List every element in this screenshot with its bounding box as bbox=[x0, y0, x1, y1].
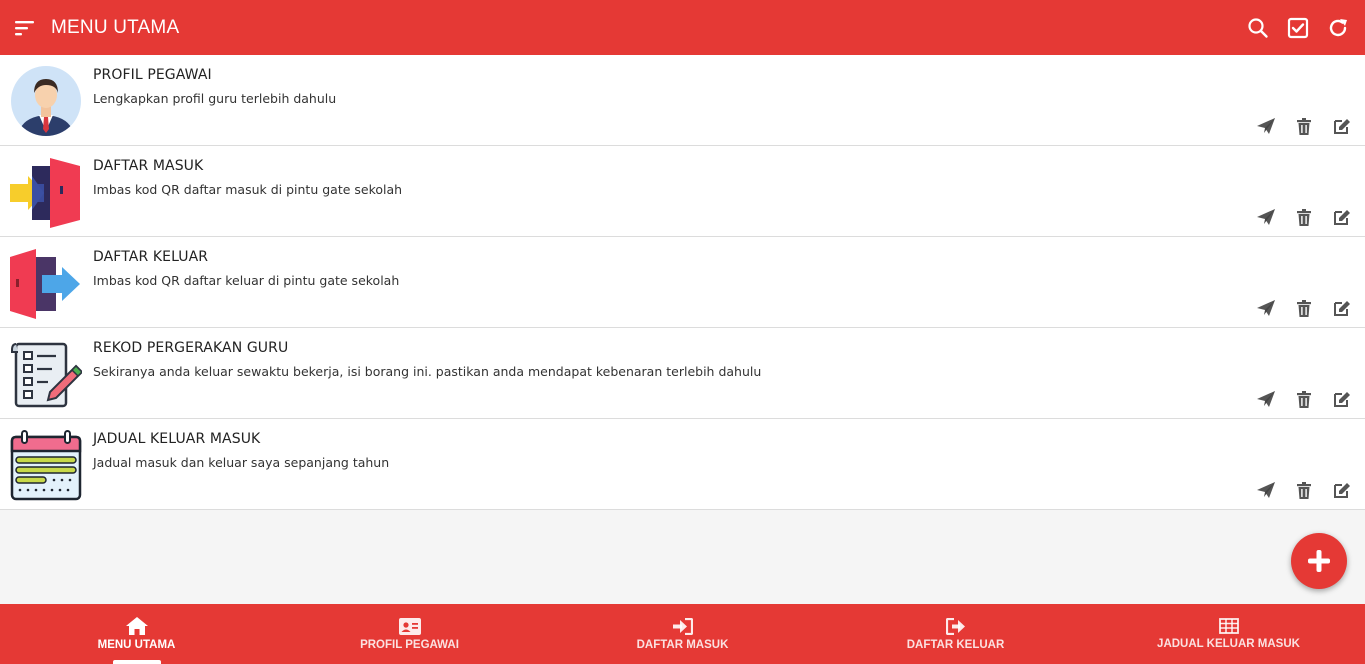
list-item-rekod-pergerakan-guru[interactable]: REKOD PERGERAKAN GURU Sekiranya anda kel… bbox=[0, 328, 1365, 419]
table-icon bbox=[1218, 618, 1239, 634]
sort-menu-icon bbox=[15, 20, 34, 35]
trash-icon bbox=[1297, 481, 1311, 499]
bottom-navigation: MENU UTAMA PROFIL PEGAWAI DAFTAR MASUK D… bbox=[0, 604, 1365, 664]
edit-icon bbox=[1334, 118, 1350, 134]
delete-button[interactable] bbox=[1285, 115, 1323, 137]
header-actions bbox=[1238, 0, 1365, 55]
check-button[interactable] bbox=[1278, 0, 1318, 55]
menu-button[interactable] bbox=[0, 0, 50, 55]
id-card-icon bbox=[398, 617, 421, 635]
nav-tab-daftar-keluar[interactable]: DAFTAR KELUAR bbox=[819, 604, 1092, 664]
edit-button[interactable] bbox=[1323, 206, 1361, 228]
edit-button[interactable] bbox=[1323, 297, 1361, 319]
item-title: JADUAL KELUAR MASUK bbox=[93, 431, 261, 447]
trash-icon bbox=[1297, 117, 1311, 135]
send-button[interactable] bbox=[1247, 115, 1285, 137]
item-title: DAFTAR KELUAR bbox=[93, 249, 209, 265]
delete-button[interactable] bbox=[1285, 479, 1323, 501]
edit-icon bbox=[1334, 391, 1350, 407]
edit-button[interactable] bbox=[1323, 115, 1361, 137]
search-icon bbox=[1248, 17, 1268, 38]
delete-button[interactable] bbox=[1285, 388, 1323, 410]
page-title: MENU UTAMA bbox=[51, 16, 180, 38]
list-item-daftar-masuk[interactable]: DAFTAR MASUK Imbas kod QR daftar masuk d… bbox=[0, 146, 1365, 237]
trash-icon bbox=[1297, 390, 1311, 408]
door-enter-icon bbox=[10, 156, 82, 228]
item-description: Imbas kod QR daftar masuk di pintu gate … bbox=[93, 182, 403, 197]
edit-icon bbox=[1334, 482, 1350, 498]
item-description: Lengkapkan profil guru terlebih dahulu bbox=[93, 91, 337, 106]
calendar-icon bbox=[10, 429, 82, 501]
nav-tab-label: PROFIL PEGAWAI bbox=[360, 638, 459, 651]
item-actions bbox=[1247, 115, 1361, 137]
send-button[interactable] bbox=[1247, 479, 1285, 501]
nav-tab-label: MENU UTAMA bbox=[97, 639, 176, 651]
edit-button[interactable] bbox=[1323, 479, 1361, 501]
door-exit-icon bbox=[10, 247, 82, 319]
refresh-icon bbox=[1329, 18, 1347, 36]
item-actions bbox=[1247, 206, 1361, 228]
item-actions bbox=[1247, 297, 1361, 319]
plus-icon bbox=[1308, 550, 1330, 572]
list-item-jadual-keluar-masuk[interactable]: JADUAL KELUAR MASUK Jadual masuk dan kel… bbox=[0, 419, 1365, 510]
search-button[interactable] bbox=[1238, 0, 1278, 55]
nav-tab-profil-pegawai[interactable]: PROFIL PEGAWAI bbox=[273, 604, 546, 664]
send-icon bbox=[1257, 300, 1275, 316]
trash-icon bbox=[1297, 299, 1311, 317]
send-icon bbox=[1257, 482, 1275, 498]
refresh-button[interactable] bbox=[1318, 0, 1358, 55]
active-tab-indicator bbox=[112, 660, 161, 664]
send-button[interactable] bbox=[1247, 297, 1285, 319]
delete-button[interactable] bbox=[1285, 206, 1323, 228]
sign-in-icon bbox=[672, 617, 693, 635]
send-button[interactable] bbox=[1247, 206, 1285, 228]
item-title: REKOD PERGERAKAN GURU bbox=[93, 340, 289, 356]
add-button[interactable] bbox=[1291, 533, 1347, 589]
list-item-daftar-keluar[interactable]: DAFTAR KELUAR Imbas kod QR daftar keluar… bbox=[0, 237, 1365, 328]
item-actions bbox=[1247, 388, 1361, 410]
trash-icon bbox=[1297, 208, 1311, 226]
list-item-profil-pegawai[interactable]: PROFIL PEGAWAI Lengkapkan profil guru te… bbox=[0, 55, 1365, 146]
delete-button[interactable] bbox=[1285, 297, 1323, 319]
nav-tab-menu-utama[interactable]: MENU UTAMA bbox=[0, 604, 273, 664]
sign-out-icon bbox=[945, 617, 965, 635]
nav-tab-label: DAFTAR KELUAR bbox=[906, 638, 1005, 651]
nav-tab-label: JADUAL KELUAR MASUK bbox=[1157, 638, 1300, 650]
send-icon bbox=[1257, 209, 1275, 225]
item-description: Imbas kod QR daftar keluar di pintu gate… bbox=[93, 273, 400, 288]
menu-list: PROFIL PEGAWAI Lengkapkan profil guru te… bbox=[0, 55, 1365, 510]
nav-tab-daftar-masuk[interactable]: DAFTAR MASUK bbox=[546, 604, 819, 664]
item-description: Jadual masuk dan keluar saya sepanjang t… bbox=[93, 455, 390, 470]
nav-tab-label: DAFTAR MASUK bbox=[636, 638, 729, 651]
send-button[interactable] bbox=[1247, 388, 1285, 410]
top-app-bar: MENU UTAMA bbox=[0, 0, 1365, 55]
employee-avatar-icon bbox=[10, 65, 82, 137]
home-icon bbox=[125, 617, 148, 635]
item-description: Sekiranya anda keluar sewaktu bekerja, i… bbox=[93, 364, 762, 379]
nav-tab-jadual-keluar-masuk[interactable]: JADUAL KELUAR MASUK bbox=[1092, 604, 1365, 664]
edit-icon bbox=[1334, 300, 1350, 316]
checklist-icon bbox=[10, 338, 84, 410]
item-title: DAFTAR MASUK bbox=[93, 158, 204, 174]
item-title: PROFIL PEGAWAI bbox=[93, 67, 212, 83]
edit-icon bbox=[1334, 209, 1350, 225]
send-icon bbox=[1257, 391, 1275, 407]
edit-button[interactable] bbox=[1323, 388, 1361, 410]
send-icon bbox=[1257, 118, 1275, 134]
checkbox-icon bbox=[1287, 17, 1309, 38]
item-actions bbox=[1247, 479, 1361, 501]
